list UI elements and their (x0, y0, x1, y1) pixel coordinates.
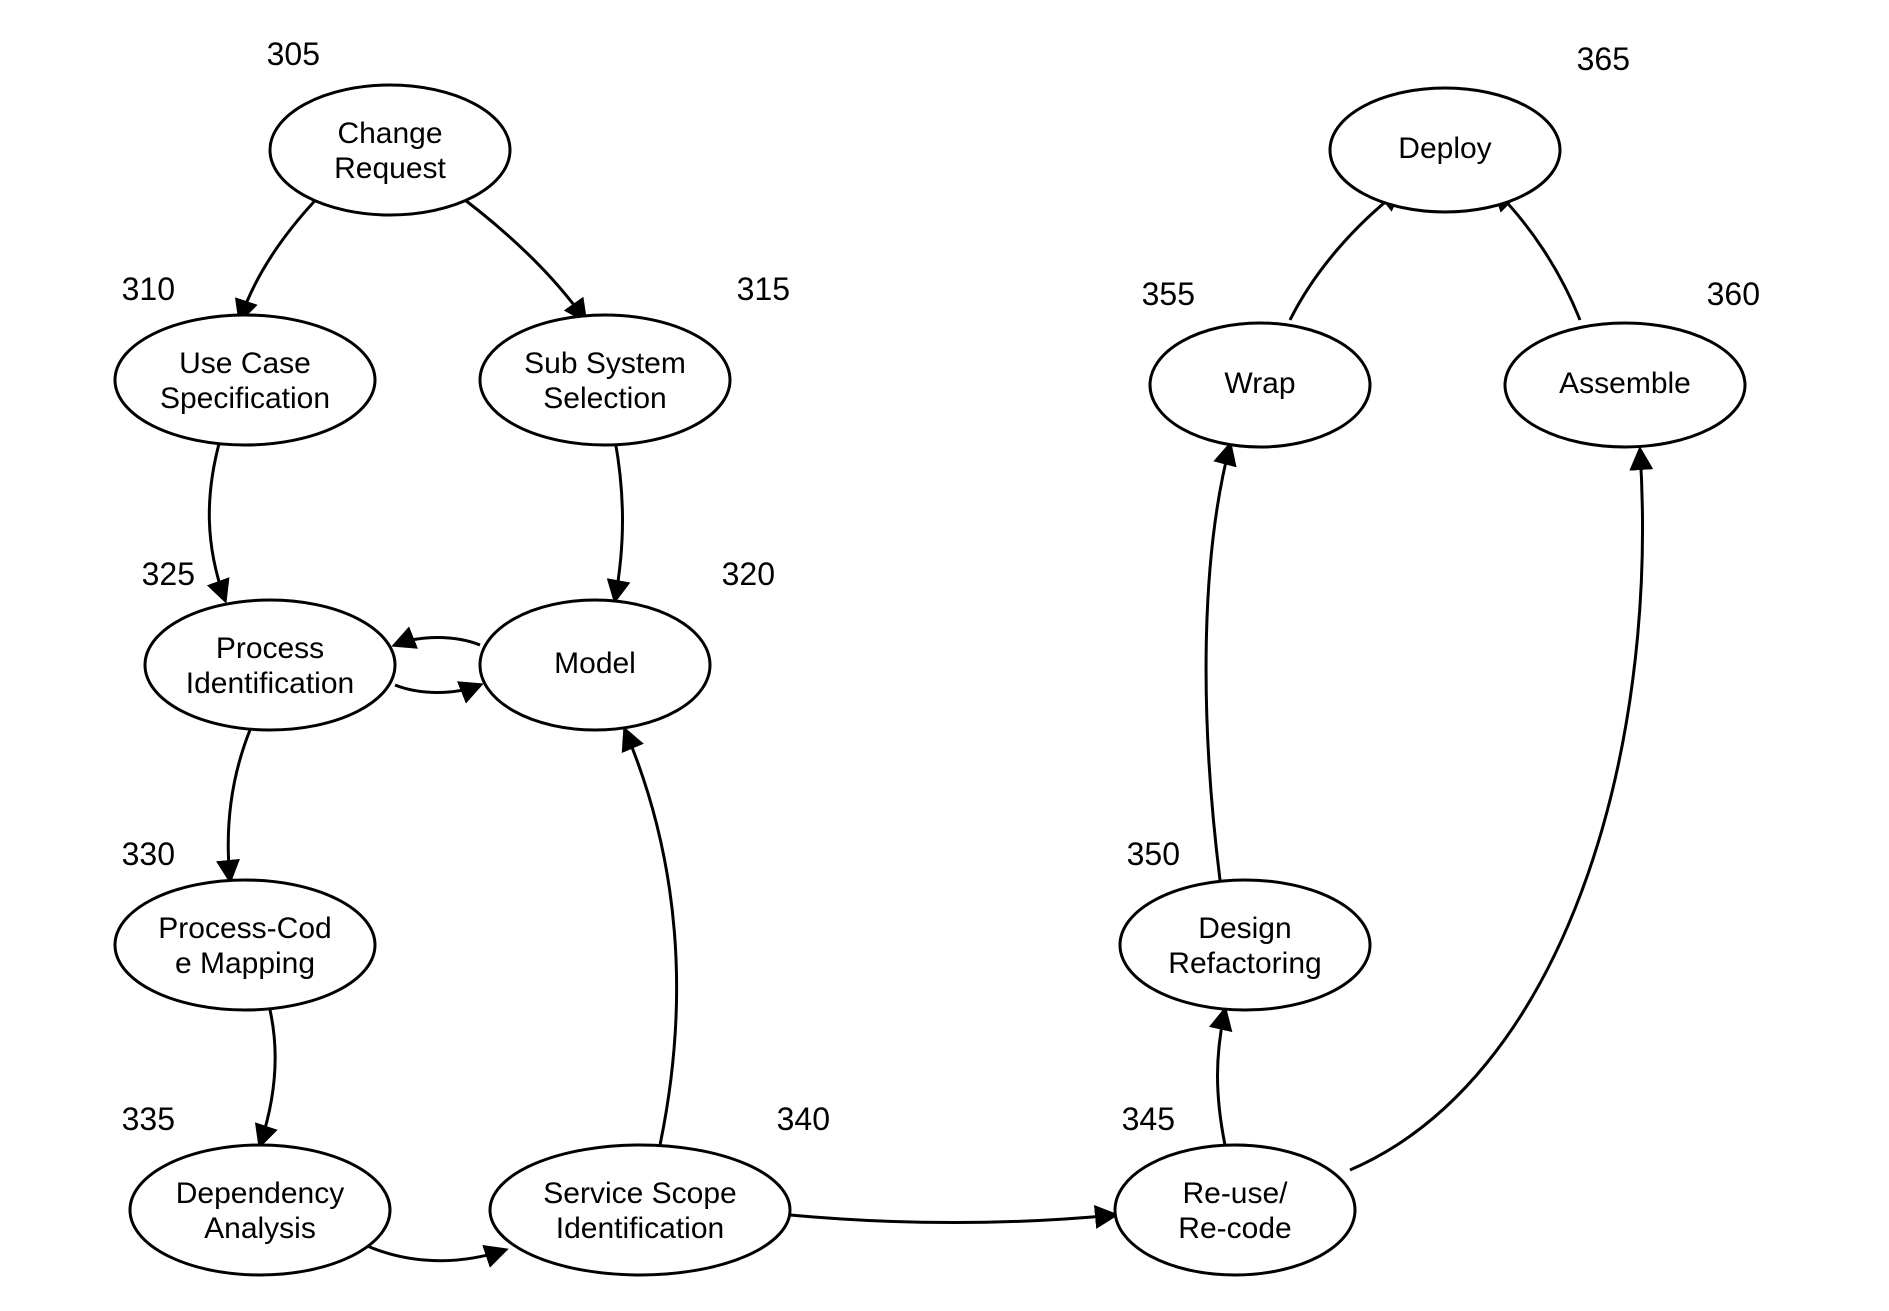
node-wrap: 355 Wrap (1142, 276, 1370, 447)
edge-305-315 (445, 185, 585, 320)
label-335-line1: Dependency (176, 1177, 344, 1210)
num-350: 350 (1127, 836, 1180, 872)
label-350-line1: Design (1198, 912, 1291, 945)
num-315: 315 (737, 271, 790, 307)
edge-320-325 (395, 638, 480, 646)
edge-325-320 (395, 685, 480, 693)
node-process-identification: 325 Process Identification (142, 556, 395, 730)
label-360-line1: Assemble (1559, 367, 1691, 400)
node-reuse-recode: 345 Re-use/ Re-code (1115, 1101, 1355, 1275)
edge-310-325 (209, 440, 225, 600)
label-340-line2: Identification (556, 1212, 724, 1245)
num-365: 365 (1577, 41, 1630, 77)
edge-340-345 (790, 1215, 1115, 1223)
num-340: 340 (777, 1101, 830, 1137)
label-330-line1: Process-Cod (158, 912, 331, 945)
label-340-line1: Service Scope (543, 1177, 736, 1210)
num-310: 310 (122, 271, 175, 307)
nodes: 305 Change Request 310 Use Case Specific… (115, 36, 1760, 1275)
node-deploy: 365 Deploy (1330, 41, 1630, 212)
edge-335-340 (365, 1245, 505, 1261)
label-315-line2: Selection (543, 382, 666, 415)
num-305: 305 (267, 36, 320, 72)
label-305-line2: Request (334, 152, 446, 185)
node-sub-system-selection: 315 Sub System Selection (480, 271, 790, 445)
edge-355-365 (1290, 190, 1400, 320)
label-315-line1: Sub System (524, 347, 686, 380)
edge-345-360 (1350, 450, 1643, 1170)
edge-360-365 (1495, 190, 1580, 320)
label-325-line1: Process (216, 632, 324, 665)
edge-315-320 (615, 440, 623, 600)
label-320-line1: Model (554, 647, 636, 680)
node-assemble: 360 Assemble (1505, 276, 1760, 447)
node-change-request: 305 Change Request (267, 36, 510, 215)
node-dependency-analysis: 335 Dependency Analysis (122, 1101, 390, 1275)
label-310-line2: Specification (160, 382, 330, 415)
num-355: 355 (1142, 276, 1195, 312)
label-345-line1: Re-use/ (1182, 1177, 1288, 1210)
label-325-line2: Identification (186, 667, 354, 700)
edge-350-355 (1206, 445, 1230, 880)
label-310-line1: Use Case (179, 347, 311, 380)
node-model: 320 Model (480, 556, 775, 730)
label-305-line1: Change (337, 117, 442, 150)
num-360: 360 (1707, 276, 1760, 312)
node-process-code-mapping: 330 Process-Cod e Mapping (115, 836, 375, 1010)
process-diagram: 305 Change Request 310 Use Case Specific… (0, 0, 1889, 1311)
edge-305-310 (240, 185, 330, 320)
edge-340-320 (625, 730, 677, 1145)
node-use-case-specification: 310 Use Case Specification (115, 271, 375, 445)
label-350-line2: Refactoring (1168, 947, 1321, 980)
label-365-line1: Deploy (1398, 132, 1491, 165)
num-345: 345 (1122, 1101, 1175, 1137)
num-330: 330 (122, 836, 175, 872)
label-335-line2: Analysis (204, 1212, 316, 1245)
label-345-line2: Re-code (1178, 1212, 1291, 1245)
edges (209, 185, 1642, 1261)
num-325: 325 (142, 556, 195, 592)
num-320: 320 (722, 556, 775, 592)
label-355-line1: Wrap (1224, 367, 1295, 400)
edge-330-335 (260, 1010, 275, 1145)
node-design-refactoring: 350 Design Refactoring (1120, 836, 1370, 1010)
node-service-scope-identification: 340 Service Scope Identification (490, 1101, 830, 1275)
edge-325-330 (228, 730, 250, 880)
label-330-line2: e Mapping (175, 947, 315, 980)
edge-345-350 (1218, 1010, 1226, 1145)
num-335: 335 (122, 1101, 175, 1137)
